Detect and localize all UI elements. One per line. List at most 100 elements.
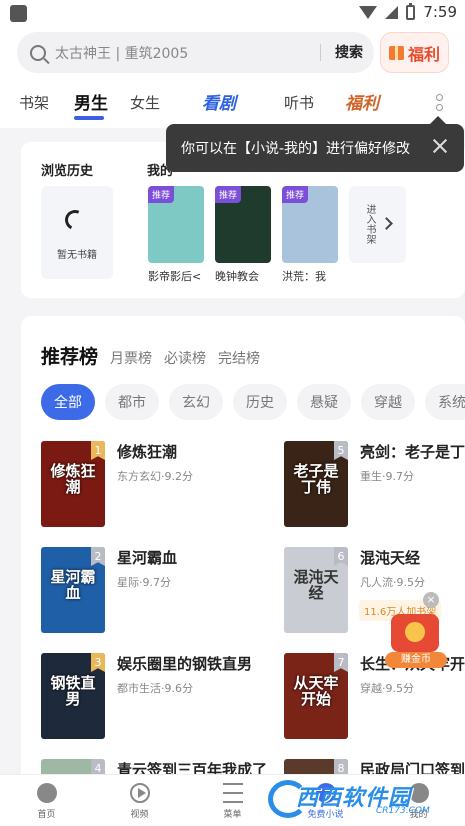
nav-menu[interactable]: 菜单 bbox=[186, 775, 279, 826]
close-icon[interactable] bbox=[431, 137, 449, 155]
signal-icon bbox=[385, 5, 399, 19]
book-cover: 推荐 bbox=[282, 186, 338, 263]
book-cover: 老子是丁伟 5 bbox=[284, 441, 348, 527]
welfare-label: 福利 bbox=[407, 44, 440, 64]
enter-shelf-label: 进入书架 bbox=[364, 204, 375, 244]
chip-fantasy[interactable]: 玄幻 bbox=[169, 384, 223, 420]
play-icon bbox=[129, 783, 150, 803]
red-envelope-icon bbox=[391, 614, 439, 652]
rank-tab-monthly[interactable]: 月票榜 bbox=[110, 348, 152, 368]
welfare-button[interactable]: 福利 bbox=[380, 32, 449, 73]
shelf-book[interactable]: 推荐 洪荒：我 bbox=[282, 186, 338, 284]
book-cover: 推荐 bbox=[215, 186, 271, 263]
chip-system[interactable]: 系统 bbox=[425, 384, 465, 420]
tab-welfare[interactable]: 福利 bbox=[345, 89, 379, 114]
home-icon bbox=[36, 783, 57, 803]
book-cover: 从天牢开始 7 bbox=[284, 653, 348, 739]
more-icon[interactable] bbox=[436, 94, 444, 114]
tab-bookshelf[interactable]: 书架 bbox=[19, 92, 49, 113]
menu-icon bbox=[222, 783, 243, 803]
cover-title: 修炼狂潮 bbox=[50, 462, 96, 496]
book-meta: 穿越·9.5分 bbox=[360, 682, 414, 695]
rank-badge: 1 bbox=[91, 441, 105, 460]
recommend-tag: 推荐 bbox=[148, 186, 175, 203]
book-cover: 推荐 bbox=[148, 186, 204, 263]
rank-badge: 7 bbox=[334, 653, 348, 672]
rank-book[interactable]: 老子是丁伟 5 亮剑：老子是丁伟 重生·9.7分 bbox=[284, 441, 465, 529]
rank-tab-finished[interactable]: 完结榜 bbox=[218, 348, 260, 368]
book-cover: 星河霸血 2 bbox=[41, 547, 105, 633]
close-icon[interactable]: × bbox=[423, 592, 439, 608]
search-divider bbox=[320, 44, 321, 61]
nav-video[interactable]: 视频 bbox=[93, 775, 186, 826]
rank-tab-recommend[interactable]: 推荐榜 bbox=[41, 342, 98, 369]
shelf-book[interactable]: 推荐 影帝影后< bbox=[148, 186, 204, 284]
book-title: 混沌天经 bbox=[360, 549, 421, 567]
chip-all[interactable]: 全部 bbox=[41, 384, 95, 420]
gift-icon bbox=[388, 45, 404, 60]
chip-timetravel[interactable]: 穿越 bbox=[361, 384, 415, 420]
tab-male[interactable]: 男生 bbox=[74, 89, 108, 114]
genre-chips: 全部 都市 玄幻 历史 悬疑 穿越 系统 bbox=[41, 384, 465, 420]
book-title: 修炼狂潮 bbox=[117, 443, 178, 461]
notification-icon bbox=[10, 5, 27, 22]
channel-tabs: 书架 男生 女生 看剧 听书 福利 bbox=[0, 84, 465, 122]
nav-label: 首页 bbox=[37, 810, 56, 820]
search-input[interactable]: 太古神王 | 重筑2005 bbox=[55, 43, 188, 63]
ranking-card: 推荐榜 月票榜 必读榜 完结榜 全部 都市 玄幻 历史 悬疑 穿越 系统 修炼狂… bbox=[21, 316, 465, 786]
recommend-tag: 推荐 bbox=[282, 186, 309, 203]
rank-book[interactable]: 钢铁直男 3 娱乐圈里的钢铁直男 都市生活·9.6分 bbox=[41, 653, 252, 741]
rank-tab-must-read[interactable]: 必读榜 bbox=[164, 348, 206, 368]
book-cover: 修炼狂潮 1 bbox=[41, 441, 105, 527]
book-meta: 都市生活·9.6分 bbox=[117, 682, 193, 695]
book-name: 洪荒：我 bbox=[282, 270, 326, 283]
book-title: 亮剑：老子是丁伟 bbox=[360, 443, 465, 461]
book-meta: 星际·9.7分 bbox=[117, 576, 171, 589]
rank-badge: 5 bbox=[334, 441, 348, 460]
rank-book[interactable]: 星河霸血 2 星河霸血 星际·9.7分 bbox=[41, 547, 241, 635]
chevron-right-icon bbox=[380, 217, 393, 230]
book-title: 星河霸血 bbox=[117, 549, 178, 567]
tab-active-indicator bbox=[74, 116, 104, 120]
nav-label: 视频 bbox=[130, 810, 149, 820]
rank-badge: 2 bbox=[91, 547, 105, 566]
cover-title: 从天牢开始 bbox=[293, 674, 339, 708]
status-bar: 7:59 bbox=[0, 0, 465, 26]
nav-home[interactable]: 首页 bbox=[0, 775, 93, 826]
history-title: 浏览历史 bbox=[41, 164, 94, 179]
book-title: 娱乐圈里的钢铁直男 bbox=[117, 655, 253, 673]
recommend-tag: 推荐 bbox=[215, 186, 242, 203]
cover-title: 混沌天经 bbox=[293, 568, 339, 602]
shelf-book[interactable]: 推荐 晚钟教会 bbox=[215, 186, 271, 284]
empty-text: 暂无书籍 bbox=[57, 250, 97, 261]
book-meta: 凡人流·9.5分 bbox=[360, 576, 425, 589]
empty-history: 暂无书籍 bbox=[41, 186, 113, 279]
earn-coin-label: 赚金币 bbox=[385, 652, 447, 668]
watermark-logo: 西西软件园 CR173.COM bbox=[268, 778, 444, 820]
coin-widget[interactable]: × 赚金币 bbox=[385, 592, 447, 670]
tab-female[interactable]: 女生 bbox=[130, 92, 160, 113]
header: 太古神王 | 重筑2005 搜索 福利 书架 男生 女生 看剧 听书 福利 bbox=[0, 26, 465, 128]
tab-drama[interactable]: 看剧 bbox=[202, 89, 236, 114]
cover-title: 钢铁直男 bbox=[50, 674, 96, 708]
search-button[interactable]: 搜索 bbox=[335, 42, 363, 62]
cover-title: 星河霸血 bbox=[50, 568, 96, 602]
wifi-icon bbox=[359, 5, 378, 19]
tab-audiobook[interactable]: 听书 bbox=[284, 92, 314, 113]
chip-history[interactable]: 历史 bbox=[233, 384, 287, 420]
search-icon bbox=[30, 44, 46, 61]
loading-icon bbox=[62, 207, 88, 233]
cover-title: 老子是丁伟 bbox=[293, 462, 339, 496]
rank-badge: 6 bbox=[334, 547, 348, 566]
search-bar[interactable]: 太古神王 | 重筑2005 搜索 bbox=[17, 32, 374, 73]
enter-shelf-button[interactable]: 进入书架 bbox=[349, 186, 406, 263]
nav-label: 菜单 bbox=[223, 810, 242, 820]
preference-tooltip: 你可以在【小说-我的】进行偏好修改 bbox=[166, 116, 464, 172]
tooltip-text: 你可以在【小说-我的】进行偏好修改 bbox=[181, 141, 411, 157]
rank-book[interactable]: 修炼狂潮 1 修炼狂潮 东方玄幻·9.2分 bbox=[41, 441, 241, 529]
book-meta: 重生·9.7分 bbox=[360, 470, 414, 483]
chip-urban[interactable]: 都市 bbox=[105, 384, 159, 420]
chip-mystery[interactable]: 悬疑 bbox=[297, 384, 351, 420]
book-meta: 东方玄幻·9.2分 bbox=[117, 470, 193, 483]
status-time: 7:59 bbox=[423, 3, 457, 21]
